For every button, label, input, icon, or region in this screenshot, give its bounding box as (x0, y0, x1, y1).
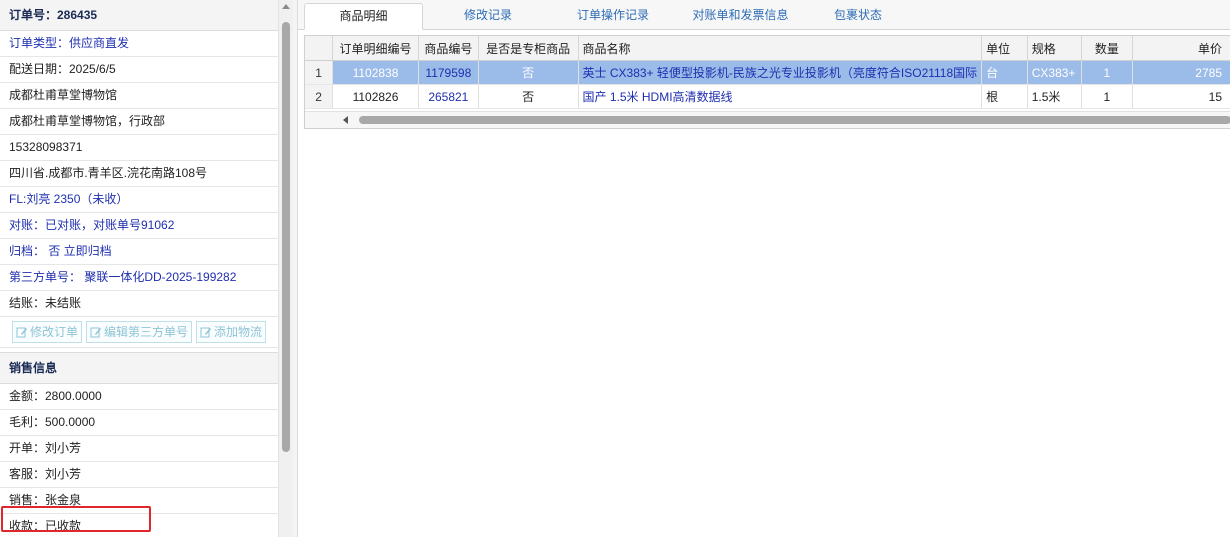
customer-phone: 15328098371 (0, 135, 278, 161)
delivery-date: 配送日期：2025/6/5 (0, 57, 278, 83)
scroll-left-icon[interactable] (343, 116, 348, 124)
col-header-index (305, 36, 334, 61)
col-header-detail-id[interactable]: 订单明细编号 (332, 36, 419, 61)
edit-third-party-label: 编辑第三方单号 (104, 325, 189, 339)
col-header-spec[interactable]: 规格 (1027, 36, 1082, 61)
customer-address: 四川省.成都市.青羊区.浣花南路108号 (0, 161, 278, 187)
col-header-product-id[interactable]: 商品编号 (418, 36, 479, 61)
counter-flag: 否 (478, 60, 579, 85)
sales-profit: 毛利：500.0000 (0, 410, 278, 436)
horizontal-scrollbar-thumb[interactable] (359, 116, 1230, 124)
tab-modification-log[interactable]: 修改记录 (438, 3, 538, 28)
spec: CX383+ (1027, 60, 1082, 85)
archive-status[interactable]: 归档： 否 立即归档 (0, 239, 278, 265)
product-name-link[interactable]: 英士 CX383+ 轻便型投影机-民族之光专业投影机（亮度符合ISO21118国… (578, 60, 983, 85)
row-index: 2 (305, 84, 334, 109)
col-header-product-name[interactable]: 商品名称 (578, 36, 983, 61)
quantity: 1 (1081, 84, 1134, 109)
unit: 根 (981, 84, 1028, 109)
add-logistics-button[interactable]: 添加物流 (196, 321, 267, 343)
sales-info-title: 销售信息 (0, 352, 278, 384)
col-header-counter[interactable]: 是否是专柜商品 (478, 36, 579, 61)
edit-icon (90, 327, 102, 338)
table-header-row: 订单明细编号 商品编号 是否是专柜商品 商品名称 单位 规格 数量 单价 (305, 36, 1230, 61)
reconcile-status[interactable]: 对账：已对账，对账单号91062 (0, 213, 278, 239)
sales-amount: 金额：2800.0000 (0, 384, 278, 410)
edit-order-label: 修改订单 (30, 325, 79, 339)
detail-id: 1102838 (332, 60, 419, 85)
tab-package-status[interactable]: 包裹状态 (818, 3, 898, 28)
payment-highlight-box (1, 506, 151, 532)
order-info-panel: 订单号：286435 订单类型：供应商直发 配送日期：2025/6/5 成都杜甫… (0, 0, 278, 537)
price: 15 (1132, 84, 1230, 109)
price: 2785 (1132, 60, 1230, 85)
order-type: 订单类型：供应商直发 (0, 31, 278, 57)
quantity: 1 (1081, 60, 1134, 85)
detail-id: 1102826 (332, 84, 419, 109)
customer-department: 成都杜甫草堂博物馆，行政部 (0, 109, 278, 135)
fl-info: FL:刘亮 2350（未收） (0, 187, 278, 213)
detail-panel: 商品明细 修改记录 订单操作记录 对账单和发票信息 包裹状态 订单明细编号 商品… (298, 0, 1230, 537)
sales-issuer: 开单：刘小芳 (0, 436, 278, 462)
edit-third-party-button[interactable]: 编辑第三方单号 (86, 321, 193, 343)
product-detail-table: 订单明细编号 商品编号 是否是专柜商品 商品名称 单位 规格 数量 单价 1 1… (304, 35, 1230, 129)
unit: 台 (981, 60, 1028, 85)
detail-tabs: 商品明细 修改记录 订单操作记录 对账单和发票信息 包裹状态 (298, 0, 1230, 30)
product-id-link[interactable]: 265821 (418, 84, 479, 109)
edit-icon (200, 327, 212, 338)
tab-order-operation-log[interactable]: 订单操作记录 (558, 3, 668, 28)
col-header-quantity[interactable]: 数量 (1081, 36, 1134, 61)
col-header-price[interactable]: 单价 (1132, 36, 1230, 61)
order-actions: 修改订单 编辑第三方单号 添加物流 (0, 317, 278, 348)
counter-flag: 否 (478, 84, 579, 109)
col-header-unit[interactable]: 单位 (981, 36, 1028, 61)
tab-reconcile-invoice[interactable]: 对账单和发票信息 (678, 3, 803, 28)
product-name-link[interactable]: 国产 1.5米 HDMI高清数据线 (578, 84, 983, 109)
edit-icon (16, 327, 27, 338)
tab-product-details[interactable]: 商品明细 (304, 3, 423, 30)
third-party-number: 第三方单号： 聚联一体化DD-2025-199282 (0, 265, 278, 291)
scroll-up-icon[interactable] (282, 4, 290, 9)
edit-order-button[interactable]: 修改订单 (12, 321, 83, 343)
add-logistics-label: 添加物流 (214, 325, 263, 339)
row-index: 1 (305, 60, 334, 85)
customer-name: 成都杜甫草堂博物馆 (0, 83, 278, 109)
order-number-title: 订单号：286435 (0, 0, 278, 31)
left-panel-scrollbar[interactable] (278, 0, 293, 537)
product-id-link[interactable]: 1179598 (418, 60, 479, 85)
table-horizontal-scrollbar[interactable] (305, 111, 1230, 128)
sales-service: 客服：刘小芳 (0, 462, 278, 488)
scrollbar-thumb[interactable] (282, 22, 290, 452)
settle-status: 结账：未结账 (0, 291, 278, 317)
table-row[interactable]: 2 1102826 265821 否 国产 1.5米 HDMI高清数据线 根 1… (305, 84, 1230, 109)
table-row[interactable]: 1 1102838 1179598 否 英士 CX383+ 轻便型投影机-民族之… (305, 60, 1230, 85)
spec: 1.5米 (1027, 84, 1082, 109)
